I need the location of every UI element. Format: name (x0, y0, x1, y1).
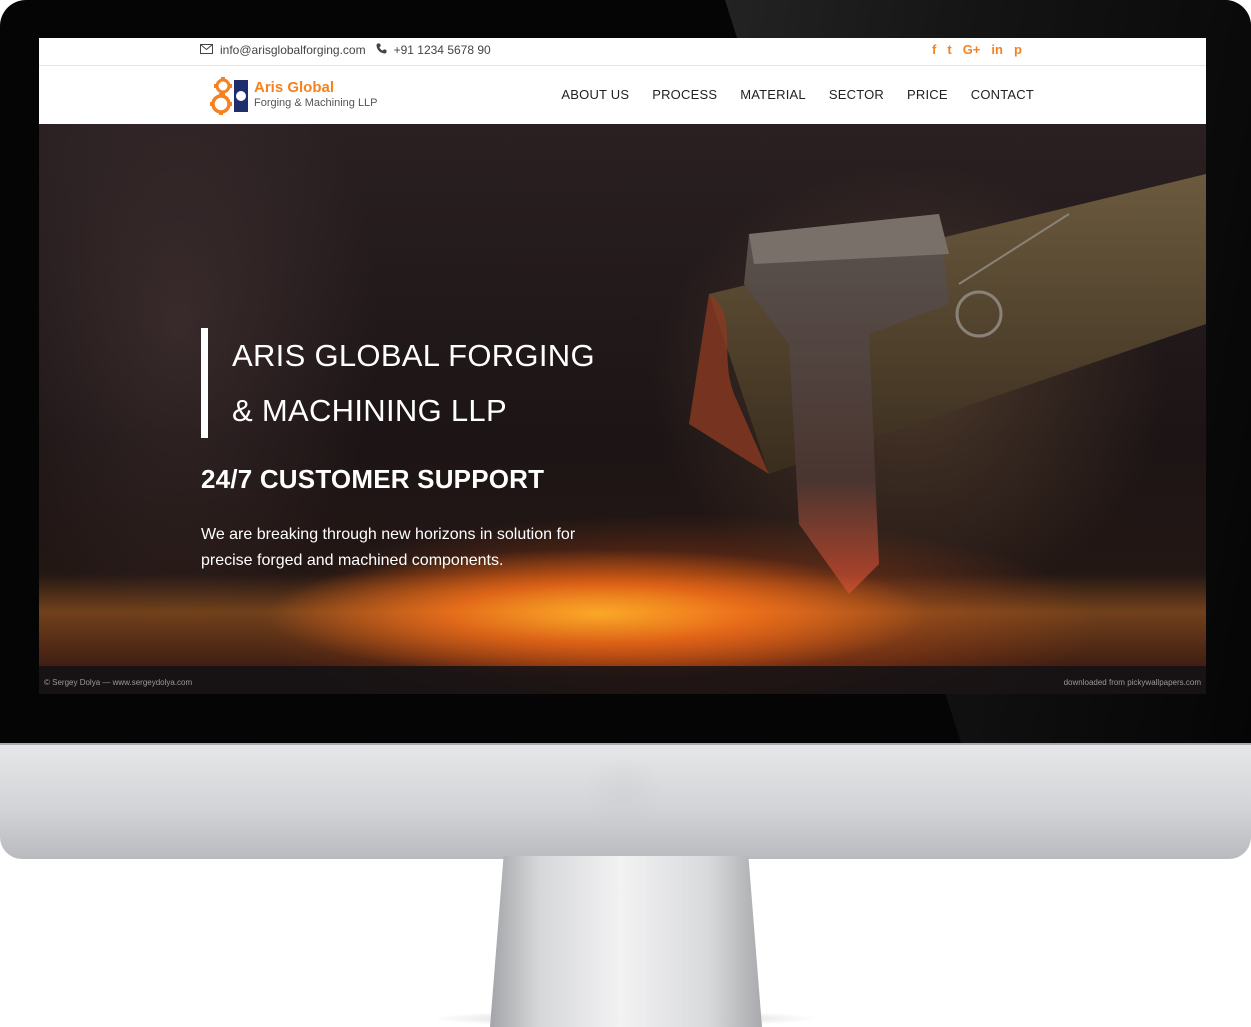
nav-item-process[interactable]: PROCESS (652, 87, 717, 102)
phone-number[interactable]: +91 1234 5678 90 (394, 43, 491, 57)
nav-item-sector[interactable]: SECTOR (829, 87, 884, 102)
twitter-icon[interactable]: t (947, 41, 951, 59)
gears-logo-icon[interactable] (210, 74, 250, 116)
brand-subtitle: Forging & Machining LLP (254, 97, 378, 109)
nav-item-material[interactable]: MATERIAL (740, 87, 806, 102)
main-nav: ABOUT US PROCESS MATERIAL SECTOR PRICE C… (561, 87, 1034, 102)
hero-banner: ARIS GLOBAL FORGING & MACHINING LLP 24/7… (39, 124, 1206, 694)
nav-item-about-us[interactable]: ABOUT US (561, 87, 629, 102)
website-screen: info@arisglobalforging.com +91 1234 5678… (39, 38, 1206, 694)
facebook-icon[interactable]: f (932, 41, 936, 59)
brand-name: Aris Global (254, 79, 335, 96)
nav-item-contact[interactable]: CONTACT (971, 87, 1034, 102)
social-links: f t G+ in p (932, 41, 1022, 59)
brand-text[interactable]: Aris Global Forging & Machining LLP (254, 79, 378, 110)
site-header: Aris Global Forging & Machining LLP ABOU… (39, 66, 1206, 125)
google-plus-icon[interactable]: G+ (963, 41, 981, 59)
envelope-icon (200, 43, 220, 57)
nav-item-price[interactable]: PRICE (907, 87, 948, 102)
contact-info: info@arisglobalforging.com +91 1234 5678… (200, 43, 491, 57)
hero-title-line-2: & MACHINING LLP (232, 393, 507, 428)
hero-bottom-strip (39, 666, 1206, 694)
phone-icon (376, 43, 394, 57)
download-credit: downloaded from pickywallpapers.com (1063, 678, 1201, 687)
hero-axe-image (689, 174, 1206, 594)
monitor-logo (575, 760, 671, 828)
hero-subtitle: 24/7 CUSTOMER SUPPORT (201, 464, 545, 494)
email-link[interactable]: info@arisglobalforging.com (220, 43, 366, 57)
hero-title-line-1: ARIS GLOBAL FORGING (232, 338, 595, 373)
hero-description: We are breaking through new horizons in … (201, 526, 576, 569)
linkedin-icon[interactable]: in (991, 41, 1003, 59)
hero-ember-glow (39, 574, 1206, 669)
pinterest-icon[interactable]: p (1014, 41, 1022, 59)
hero-title: ARIS GLOBAL FORGING & MACHINING LLP (201, 328, 595, 438)
photo-credit: © Sergey Dolya — www.sergeydolya.com (44, 678, 193, 687)
top-contact-bar: info@arisglobalforging.com +91 1234 5678… (39, 38, 1206, 66)
monitor-stand (490, 856, 762, 1027)
